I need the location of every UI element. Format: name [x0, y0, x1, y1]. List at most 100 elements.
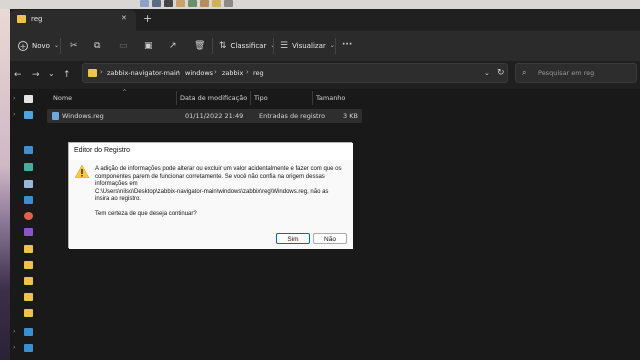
sort-button-label: Classificar [230, 42, 267, 50]
tab-reg[interactable]: reg ✕ [10, 10, 136, 31]
registry-file-icon [52, 112, 59, 120]
navigation-pane: › › › › [10, 89, 42, 360]
dialog-message-line: informações em [95, 181, 138, 187]
new-tab-icon[interactable]: + [143, 12, 152, 25]
dialog-title: Editor do Registro [74, 147, 131, 154]
sort-button[interactable]: ⇅ Classificar ⌄ [219, 41, 275, 51]
cut-icon[interactable]: ✂ [70, 41, 78, 51]
column-header-size[interactable]: Tamanho [316, 94, 345, 102]
column-header-type[interactable]: Tipo [254, 94, 268, 102]
recent-locations-icon[interactable]: ⌄ [48, 69, 55, 79]
command-bar: + Novo ⌄ ✂ ⧉ ▭ ▣ ↗ 🗑 ⇅ Classificar ⌄ ☰ V… [10, 31, 640, 61]
desktop-taskbar-strip [0, 0, 640, 9]
breadcrumb-item[interactable]: reg [253, 69, 264, 77]
folder-icon[interactable] [24, 261, 33, 269]
breadcrumb-item[interactable]: zabbix-navigator-main [107, 69, 180, 77]
file-date: 01/11/2022 21:49 [185, 112, 244, 120]
breadcrumb-item[interactable]: zabbix [222, 69, 243, 77]
desktop-icon [152, 0, 161, 7]
dialog-message-line: C:\Users\nilso\Desktop\zabbix-navigator-… [95, 188, 329, 195]
sort-ascending-icon: ^ [122, 89, 128, 96]
this-pc-icon[interactable] [24, 328, 33, 336]
dialog-message-line: insira ao registro. [95, 196, 142, 202]
back-icon[interactable]: ← [14, 70, 22, 80]
dialog-titlebar: Editor do Registro [69, 143, 353, 160]
desktop-icon [176, 0, 185, 7]
folder-icon[interactable] [24, 277, 33, 285]
file-row[interactable]: Windows.reg 01/11/2022 21:49 Entradas de… [47, 109, 362, 123]
breadcrumb-chevron: › [177, 68, 180, 76]
plus-circle-icon: + [18, 41, 28, 51]
desktop-icon [188, 0, 197, 7]
desktop-icon [212, 0, 221, 7]
pictures-icon[interactable] [24, 196, 33, 204]
more-options-icon[interactable]: ··· [342, 40, 352, 50]
delete-icon[interactable]: 🗑 [194, 41, 205, 51]
dialog-body: A adição de informações pode alterar ou … [69, 160, 353, 249]
videos-icon[interactable] [24, 228, 33, 236]
rename-icon[interactable]: ▣ [144, 41, 153, 51]
dialog-question: Tem certeza de que deseja continuar? [95, 210, 197, 217]
chevron-down-icon: ⌄ [53, 42, 59, 49]
chevron-right-icon[interactable]: › [13, 328, 15, 335]
no-button[interactable]: Não [313, 233, 347, 244]
breadcrumb-chevron: › [246, 68, 249, 76]
dialog-message-line: componentes parem de funcionar corretame… [95, 173, 325, 180]
tab-title: reg [31, 15, 43, 23]
view-icon: ☰ [280, 41, 289, 51]
desktop-icon[interactable] [24, 146, 33, 154]
chevron-right-icon[interactable]: › [13, 111, 15, 118]
breadcrumb-chevron: › [100, 68, 103, 76]
divider [60, 38, 61, 54]
downloads-icon[interactable] [24, 163, 33, 171]
up-icon[interactable]: ↑ [63, 70, 71, 80]
new-button-label: Novo [32, 42, 50, 50]
chevron-right-icon[interactable]: › [13, 344, 15, 351]
file-size: 3 KB [343, 112, 358, 120]
share-icon[interactable]: ↗ [169, 41, 177, 51]
chevron-down-icon[interactable]: ⌄ [484, 68, 490, 78]
address-bar[interactable]: › zabbix-navigator-main › windows › zabb… [82, 63, 508, 83]
dialog-message-line: A adição de informações pode alterar ou … [95, 166, 342, 172]
desktop-icon [224, 0, 233, 7]
desktop-icon [140, 0, 149, 7]
copy-icon[interactable]: ⧉ [94, 41, 100, 51]
desktop-icon [200, 0, 209, 7]
paste-icon[interactable]: ▭ [119, 41, 128, 51]
column-header-date[interactable]: Data de modificação [180, 94, 247, 102]
tab-bar: reg ✕ + [10, 9, 640, 31]
forward-icon[interactable]: → [32, 70, 40, 80]
file-name: Windows.reg [62, 112, 104, 120]
folder-icon[interactable] [24, 309, 33, 317]
documents-icon[interactable] [24, 180, 33, 188]
search-icon: ⌕ [522, 68, 527, 77]
music-icon[interactable] [24, 212, 33, 220]
new-button[interactable]: + Novo ⌄ [18, 41, 59, 51]
view-button-label: Visualizar [292, 42, 326, 50]
refresh-icon[interactable]: ↻ [497, 68, 505, 78]
column-divider[interactable] [250, 91, 251, 105]
sort-icon: ⇅ [219, 41, 227, 51]
yes-button[interactable]: Sim [276, 233, 310, 244]
divider [335, 38, 336, 54]
desktop-wallpaper [0, 9, 10, 360]
divider [212, 38, 213, 54]
divider [273, 38, 274, 54]
column-divider[interactable] [312, 91, 313, 105]
desktop-icon [164, 0, 173, 7]
chevron-right-icon[interactable]: › [13, 95, 15, 102]
search-placeholder: Pesquisar em reg [538, 69, 595, 77]
network-icon[interactable] [24, 344, 33, 352]
column-header-name[interactable]: Nome [53, 94, 72, 102]
close-icon[interactable]: ✕ [121, 14, 127, 22]
column-divider[interactable] [176, 91, 177, 105]
folder-icon [88, 69, 97, 77]
breadcrumb-item[interactable]: windows [185, 69, 213, 77]
view-button[interactable]: ☰ Visualizar ⌄ [280, 41, 335, 51]
file-type: Entradas de registro [259, 112, 326, 120]
onedrive-icon[interactable] [24, 111, 33, 119]
folder-icon[interactable] [24, 245, 33, 253]
search-field[interactable]: ⌕ Pesquisar em reg [515, 63, 637, 83]
home-icon[interactable] [24, 95, 33, 103]
folder-icon[interactable] [24, 293, 33, 301]
